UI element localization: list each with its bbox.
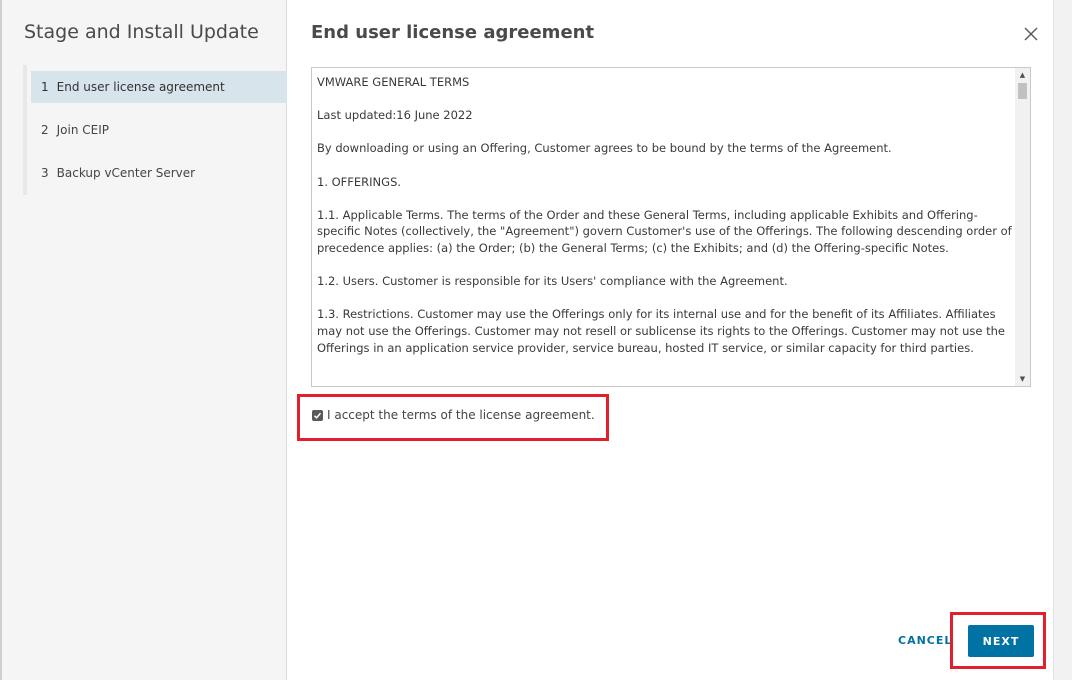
step-backup-vcenter-server[interactable]: 3 Backup vCenter Server — [31, 157, 287, 189]
wizard-title: Stage and Install Update — [24, 21, 259, 43]
eula-paragraph: 1.2. Users. Customer is responsible for … — [317, 274, 788, 289]
cancel-button[interactable]: CANCEL — [898, 634, 952, 647]
scroll-up-arrow-icon[interactable]: ▲ — [1015, 68, 1030, 82]
eula-paragraph: 1. OFFERINGS. — [317, 174, 402, 189]
eula-text-area[interactable]: VMWARE GENERAL TERMS Last updated:16 Jun… — [311, 67, 1031, 387]
scroll-down-arrow-icon[interactable]: ▼ — [1015, 372, 1030, 386]
step-number: 1 — [41, 80, 49, 94]
eula-paragraph: 1.1. Applicable Terms. The terms of the … — [317, 207, 1012, 255]
eula-text: VMWARE GENERAL TERMS Last updated:16 Jun… — [317, 74, 1012, 373]
close-icon — [1024, 27, 1038, 41]
step-label: Backup vCenter Server — [56, 166, 196, 180]
step-number: 2 — [41, 123, 49, 137]
eula-paragraph: 1.3. Restrictions. Customer may use the … — [317, 307, 1005, 355]
close-button[interactable] — [1022, 25, 1040, 43]
wizard-steps: 1 End user license agreement 2 Join CEIP… — [23, 65, 287, 195]
window-edge-right — [1053, 0, 1072, 680]
step-end-user-license-agreement[interactable]: 1 End user license agreement — [31, 71, 287, 103]
eula-paragraph: VMWARE GENERAL TERMS — [317, 75, 470, 89]
page-title: End user license agreement — [311, 22, 595, 43]
highlight-next-button — [950, 612, 1046, 669]
eula-scrollbar[interactable]: ▲ ▼ — [1015, 68, 1030, 386]
step-join-ceip[interactable]: 2 Join CEIP — [31, 114, 287, 146]
step-label: End user license agreement — [56, 80, 225, 94]
step-label: Join CEIP — [56, 123, 110, 137]
wizard-sidebar: Stage and Install Update 1 End user lice… — [2, 0, 287, 680]
eula-paragraph: Last updated:16 June 2022 — [317, 108, 473, 123]
scrollbar-thumb[interactable] — [1018, 83, 1027, 99]
eula-paragraph: By downloading or using an Offering, Cus… — [317, 141, 892, 156]
step-number: 3 — [41, 166, 49, 180]
highlight-accept-terms — [297, 394, 609, 441]
